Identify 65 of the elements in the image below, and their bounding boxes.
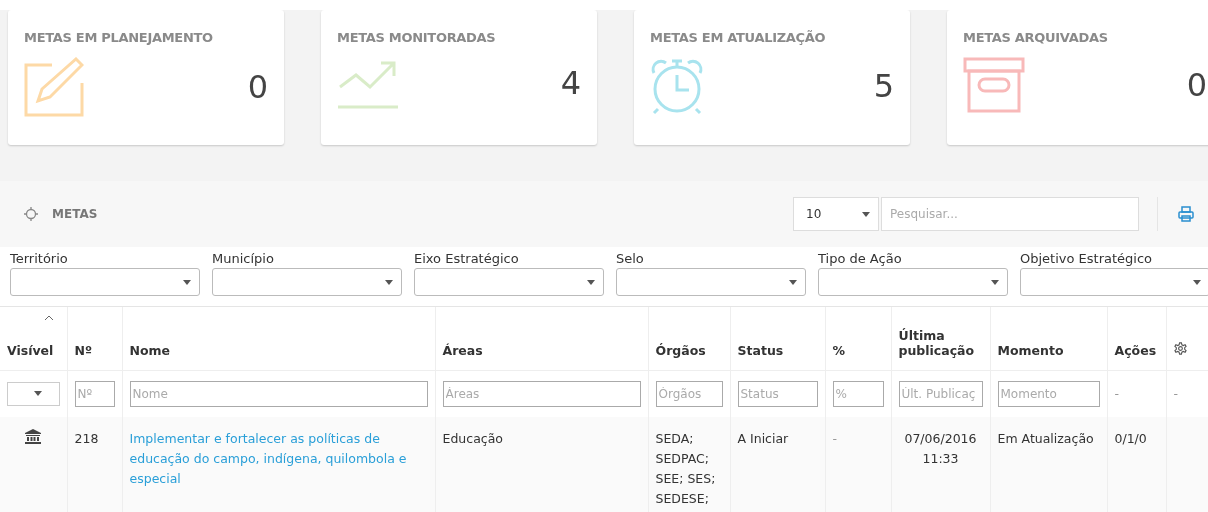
settings-icon[interactable] bbox=[1173, 341, 1187, 355]
table-cell-text: 07/06/2016 11:33 bbox=[903, 429, 978, 468]
column-header[interactable]: Nº bbox=[74, 342, 115, 358]
table-cell: A Iniciar bbox=[737, 430, 789, 446]
column-filter-field[interactable]: Momento bbox=[997, 380, 1100, 407]
filter-select[interactable] bbox=[818, 268, 1008, 296]
column-header[interactable]: Ações bbox=[1114, 342, 1159, 358]
column-header[interactable]: Última publicação bbox=[898, 327, 983, 358]
card-count: 0 bbox=[247, 68, 268, 106]
table-cell: 0/1/0 bbox=[1114, 430, 1147, 446]
caret-icon bbox=[862, 211, 870, 217]
caret-icon bbox=[385, 279, 393, 285]
column-header[interactable]: Momento bbox=[997, 342, 1100, 358]
table-cell: Educação bbox=[442, 430, 503, 446]
caret-icon bbox=[1193, 279, 1201, 285]
card-count: 0 bbox=[1186, 66, 1207, 104]
column-filter-field[interactable]: Status bbox=[737, 380, 818, 407]
table-cell: 218 bbox=[74, 430, 99, 446]
card-count: 4 bbox=[560, 64, 581, 102]
caret-icon bbox=[183, 279, 191, 285]
column-filter-field[interactable]: Nome bbox=[129, 380, 428, 407]
caret-icon bbox=[587, 279, 595, 285]
institution-icon bbox=[25, 428, 42, 444]
filter-select[interactable] bbox=[1020, 268, 1208, 296]
caret-icon bbox=[789, 279, 797, 285]
page-size-select[interactable]: 10 bbox=[793, 197, 879, 231]
filter-label: Território bbox=[10, 251, 69, 266]
filter-label: Tipo de Ação bbox=[818, 251, 903, 266]
search-field[interactable]: Pesquisar... bbox=[881, 197, 1139, 231]
filter-label: Objetivo Estratégico bbox=[1020, 251, 1154, 266]
filter-select[interactable] bbox=[414, 268, 604, 296]
column-filter-field[interactable]: Áreas bbox=[442, 380, 641, 407]
crosshair-icon bbox=[24, 207, 38, 221]
column-header[interactable]: Órgãos bbox=[655, 342, 723, 358]
caret-icon bbox=[991, 279, 999, 285]
card-title: METAS MONITORADAS bbox=[337, 30, 497, 45]
dash: - bbox=[1173, 386, 1178, 401]
column-filter-field[interactable]: Nº bbox=[74, 380, 115, 407]
card-title: METAS ARQUIVADAS bbox=[963, 30, 1109, 45]
column-header[interactable]: Áreas bbox=[442, 342, 641, 358]
sort-up-icon[interactable] bbox=[44, 315, 54, 321]
visibility-select[interactable] bbox=[7, 381, 60, 406]
column-header[interactable]: Nome bbox=[129, 342, 428, 358]
table-cell-text: SEDA; SEDPAC; SEE; SES; SEDESE; bbox=[655, 429, 717, 508]
filter-label: Eixo Estratégico bbox=[414, 251, 520, 266]
dash: - bbox=[1114, 386, 1119, 401]
filter-label: Município bbox=[212, 251, 275, 266]
column-header[interactable]: % bbox=[832, 342, 884, 358]
filter-select[interactable] bbox=[616, 268, 806, 296]
card-count: 5 bbox=[873, 67, 894, 105]
column-header[interactable]: Status bbox=[737, 342, 818, 358]
filter-select[interactable] bbox=[212, 268, 402, 296]
panel-title: METAS bbox=[52, 207, 99, 221]
table-cell: - bbox=[832, 430, 837, 446]
column-header[interactable]: Visível bbox=[7, 342, 60, 358]
column-filter-field[interactable]: % bbox=[832, 380, 884, 407]
filter-label: Selo bbox=[616, 251, 645, 266]
caret-icon bbox=[34, 391, 43, 396]
column-filter-field[interactable]: Órgãos bbox=[655, 380, 723, 407]
card-title: METAS EM PLANEJAMENTO bbox=[24, 30, 214, 45]
filter-select[interactable] bbox=[10, 268, 200, 296]
card-title: METAS EM ATUALIZAÇÃO bbox=[650, 30, 827, 45]
table-cell: Em Atualização bbox=[997, 430, 1094, 446]
column-filter-field[interactable]: Últ. Publicaç bbox=[898, 380, 983, 407]
print-icon[interactable] bbox=[1178, 206, 1194, 222]
